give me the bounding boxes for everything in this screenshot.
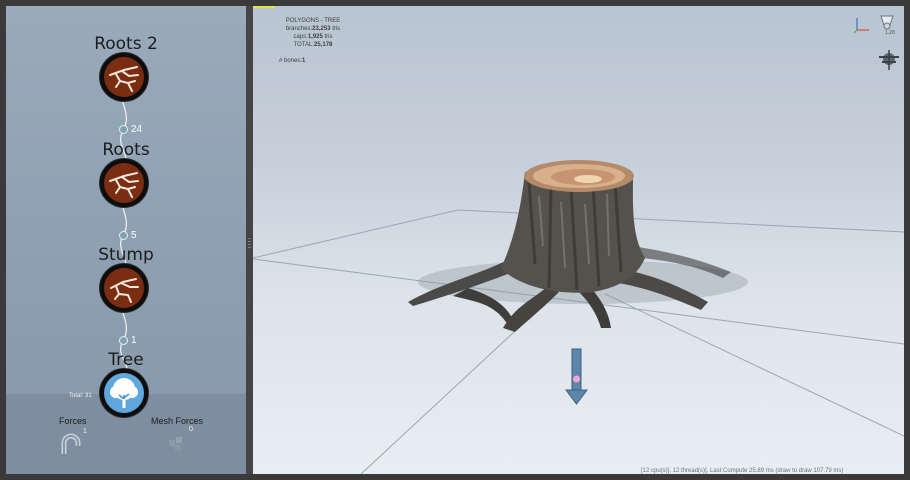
node-tree[interactable] [100, 369, 148, 417]
mesh-forces-count: 0 [189, 426, 193, 433]
splitter-grip-icon[interactable] [248, 238, 251, 248]
node-title-tree: Tree [108, 350, 144, 370]
node-title-stump: Stump [98, 245, 154, 265]
wind-direction-arrow-icon[interactable] [565, 348, 588, 405]
stats-branches: branches:23,253 tris [285, 26, 341, 32]
tree-stump-model [408, 160, 731, 332]
node-roots[interactable] [100, 159, 148, 207]
node-roots-2[interactable] [100, 53, 148, 101]
connection-dot-stump-tree[interactable] [119, 336, 128, 345]
roots-icon [104, 163, 144, 203]
forces-label: Forces [59, 416, 87, 426]
forces-count: 1 [83, 428, 87, 435]
bones-count: # bones:1 [279, 58, 306, 64]
connection-count: 24 [131, 124, 143, 135]
mesh-forces-label: Mesh Forces [151, 416, 204, 426]
stats-caps: caps:1,925 tris [293, 34, 333, 40]
stats-total: TOTAL:25,178 [293, 42, 333, 48]
polygon-stats: POLYGONS - TREE branches:23,253 tris cap… [253, 17, 373, 49]
connection-dot-roots-stump[interactable] [119, 231, 128, 240]
3d-viewport[interactable]: POLYGONS - TREE branches:23,253 tris cap… [253, 6, 904, 474]
stats-header: POLYGONS - TREE [285, 18, 341, 24]
magnet-icon[interactable] [58, 430, 84, 458]
wind-icon[interactable] [879, 50, 899, 70]
tree-icon [104, 373, 144, 413]
status-bar: [12 cpu(s)], 12 thread(s)], Last Compute… [641, 468, 844, 474]
viewport-scene [253, 15, 904, 474]
panel-splitter[interactable] [246, 6, 253, 474]
node-title-roots-2: Roots 2 [94, 34, 158, 54]
connection-count: 1 [131, 335, 137, 346]
connection-dot-roots2-roots[interactable] [119, 125, 128, 134]
stump-icon [104, 268, 144, 308]
connection-count: 5 [131, 230, 137, 241]
mesh-forces-icon[interactable] [166, 434, 188, 454]
total-count-label: Total: 31 [69, 393, 92, 399]
node-editor-panel: Roots 2 24 Roots 5 Stump 1 Tree Total: 3… [6, 6, 246, 474]
zoom-value: 1.28 [885, 30, 895, 36]
light-icon[interactable] [880, 15, 894, 30]
node-title-roots: Roots [102, 140, 150, 160]
node-stump[interactable] [100, 264, 148, 312]
roots-icon [104, 57, 144, 97]
axis-gizmo-icon[interactable] [853, 18, 869, 34]
